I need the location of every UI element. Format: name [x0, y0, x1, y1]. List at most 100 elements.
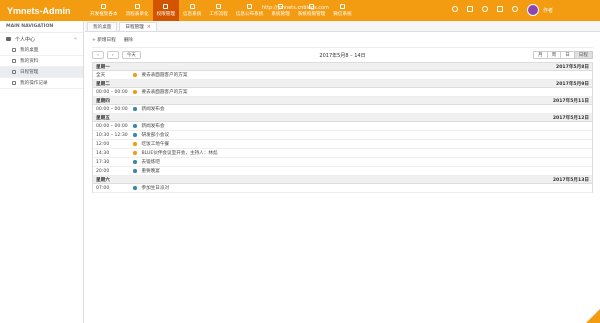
- today-button[interactable]: 今天: [121, 51, 141, 59]
- event-dot-icon: [133, 73, 137, 77]
- day-date[interactable]: 2017年5月9日: [556, 81, 589, 87]
- tab-schedule[interactable]: 日程管理 ×: [119, 22, 157, 31]
- tab-label: 我的桌面: [93, 25, 112, 30]
- app-logo[interactable]: Ymnets-Admin: [0, 0, 84, 21]
- tasks-icon[interactable]: [497, 6, 503, 12]
- day-date[interactable]: 2017年5月13日: [553, 177, 589, 183]
- event-dot-icon: [133, 151, 137, 155]
- view-week-button[interactable]: 周: [546, 51, 562, 59]
- day-date[interactable]: 2017年5月8日: [556, 64, 589, 70]
- view-list-button[interactable]: 日程: [573, 51, 593, 59]
- event-time: 17:30: [96, 159, 110, 165]
- top-navbar: Ymnets-Admin 开发框架各本 流程表单化 权限管理 信息系统 工作流程…: [0, 0, 600, 21]
- day-weekday: 星期一: [96, 64, 110, 70]
- bell-icon[interactable]: [482, 6, 488, 12]
- workflow-icon: [216, 4, 222, 10]
- day-header: 星期一 2017年5月8日: [93, 63, 592, 71]
- event-row[interactable]: 14:30 BLUE伙伴会议室开会，主持人：林彪: [93, 149, 592, 158]
- bullhorn-icon: [247, 4, 253, 10]
- event-title[interactable]: 吃饭工地午餐: [142, 141, 170, 147]
- view-month-button[interactable]: 月: [532, 51, 548, 59]
- event-row[interactable]: 17:30 去锻炼吧: [93, 158, 592, 167]
- collapse-icon[interactable]: «: [74, 36, 77, 42]
- event-time: 10:30 – 12:30: [96, 132, 128, 138]
- day-weekday: 星期五: [96, 115, 110, 121]
- sidebar-item-label: 我的桌面: [20, 48, 39, 53]
- corner-decoration: [586, 309, 600, 323]
- sidebar-item-label: 日程管理: [20, 70, 39, 75]
- day-weekday: 星期四: [96, 98, 110, 104]
- event-dot-icon: [133, 160, 137, 164]
- nav-module-2[interactable]: 权限管理: [152, 0, 179, 21]
- event-time: 07:00: [96, 185, 110, 191]
- event-title[interactable]: 去锻炼吧: [142, 159, 160, 165]
- event-dot-icon: [133, 90, 137, 94]
- home-icon: [6, 37, 11, 41]
- nav-module-1[interactable]: 流程表单化: [122, 0, 153, 21]
- close-icon[interactable]: ×: [147, 24, 151, 30]
- settings-icon[interactable]: [512, 6, 518, 12]
- event-time: 14:30: [96, 150, 110, 156]
- event-time: 00:00 – 00:00: [96, 89, 128, 95]
- event-title[interactable]: BLUE伙伴会议室开会，主持人：林彪: [142, 150, 218, 156]
- tab-desktop[interactable]: 我的桌面: [87, 22, 118, 31]
- event-row[interactable]: 00:00 – 00:00 新闻发布会: [93, 122, 592, 131]
- view-switcher: 月 周 日 日程: [532, 51, 593, 59]
- event-time: 00:00 – 00:00: [96, 106, 128, 112]
- event-time: 00:00 – 00:00: [96, 123, 128, 129]
- day-header: 星期五 2017年5月12日: [93, 114, 592, 122]
- calendar-period: 2017年5月8 – 14日: [319, 53, 366, 59]
- day-weekday: 星期六: [96, 177, 110, 183]
- event-row[interactable]: 00:00 – 00:00 要去表面圆客户的方案: [93, 88, 592, 97]
- nav-module-4[interactable]: 工作流程: [205, 0, 231, 21]
- event-row[interactable]: 全天 要去表面圆客户的方案: [93, 71, 592, 80]
- tab-label: 日程管理: [125, 25, 144, 30]
- day-date[interactable]: 2017年5月12日: [553, 115, 589, 121]
- event-title[interactable]: 要去表面圆客户的方案: [142, 72, 188, 78]
- event-title[interactable]: 研发部小会议: [142, 132, 170, 138]
- sidebar-item-label: 我的资料: [20, 59, 39, 64]
- event-title[interactable]: 重要晚宴: [142, 168, 160, 174]
- event-row[interactable]: 12:00 吃饭工地午餐: [93, 140, 592, 149]
- event-title[interactable]: 新闻发布会: [142, 123, 165, 129]
- nav-module-8[interactable]: 微信系统: [329, 0, 355, 21]
- event-row[interactable]: 10:30 – 12:30 研发部小会议: [93, 131, 592, 140]
- next-button[interactable]: ›: [106, 51, 119, 59]
- home-icon: [101, 4, 107, 10]
- nav-module-label: 系统权限管理: [297, 11, 326, 17]
- main-content: + 新增日程 删除 2017年5月8 – 14日 ‹ › 今天 月 周 日 日程…: [85, 33, 600, 323]
- lock-icon: [163, 4, 169, 10]
- sidebar-item-profile[interactable]: 我的资料: [0, 56, 83, 67]
- site-url: http://ymnets.cnblogs.com: [262, 6, 329, 11]
- sidebar-group-personal[interactable]: 个人中心 «: [0, 33, 83, 45]
- sidebar-item-desktop[interactable]: 我的桌面: [0, 45, 83, 56]
- view-day-button[interactable]: 日: [560, 51, 575, 59]
- day-header: 星期二 2017年5月9日: [93, 80, 592, 88]
- sidebar-item-schedule[interactable]: 日程管理: [0, 67, 83, 78]
- event-row[interactable]: 20:00 重要晚宴: [93, 167, 592, 176]
- day-header: 星期六 2017年5月13日: [93, 176, 592, 184]
- prev-button[interactable]: ‹: [92, 51, 104, 59]
- nav-module-label: 系统管理: [271, 11, 290, 17]
- user-menu[interactable]: 作者: [527, 4, 553, 16]
- nav-module-label: 流程表单化: [125, 11, 149, 17]
- add-schedule-button[interactable]: + 新增日程: [92, 37, 116, 43]
- profile-icon: [12, 59, 16, 63]
- event-title[interactable]: 要去表面圆客户的方案: [142, 89, 188, 95]
- desktop-icon: [12, 48, 16, 52]
- sidebar-item-operation-log[interactable]: 我的操作记录: [0, 78, 83, 89]
- delete-button[interactable]: 删除: [124, 37, 133, 43]
- event-row[interactable]: 00:00 – 00:00 新闻发布会: [93, 105, 592, 114]
- nav-module-0[interactable]: 开发框架各本: [86, 0, 122, 21]
- mail-icon[interactable]: [467, 6, 473, 12]
- event-dot-icon: [133, 124, 137, 128]
- message-icon[interactable]: [452, 6, 458, 12]
- event-row[interactable]: 07:00 参加生日派对: [93, 184, 592, 193]
- event-dot-icon: [133, 133, 137, 137]
- nav-module-label: 权限管理: [156, 11, 175, 17]
- nav-module-3[interactable]: 信息系统: [179, 0, 205, 21]
- event-title[interactable]: 参加生日派对: [142, 185, 170, 191]
- day-date[interactable]: 2017年5月11日: [553, 98, 589, 104]
- event-time: 20:00: [96, 168, 110, 174]
- event-title[interactable]: 新闻发布会: [142, 106, 165, 112]
